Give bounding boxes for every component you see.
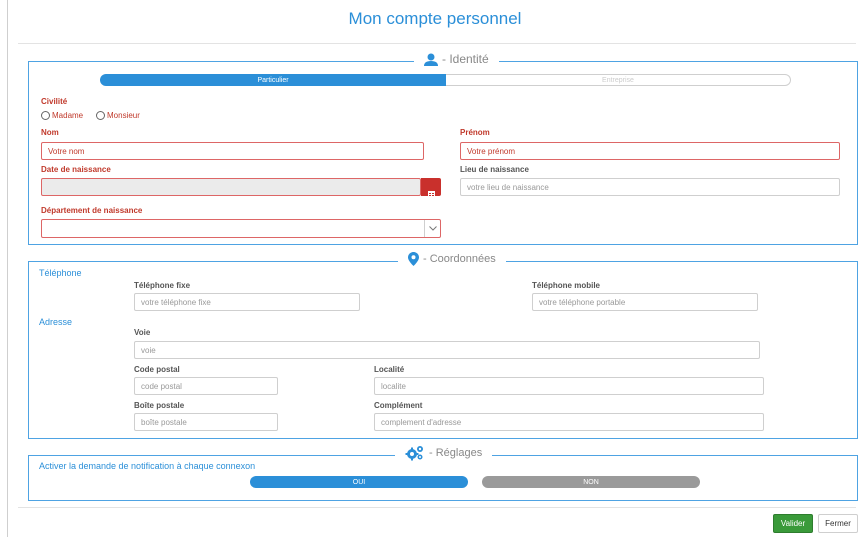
tel-mobile-label: Téléphone mobile (532, 281, 601, 290)
departement-select[interactable] (41, 219, 441, 238)
voie-input[interactable]: voie (134, 341, 760, 359)
radio-madame-label: Madame (52, 111, 84, 120)
complement-input[interactable]: complement d'adresse (374, 413, 764, 431)
user-icon (424, 53, 438, 66)
prenom-input[interactable]: Votre prénom (460, 142, 840, 160)
notification-text: Activer la demande de notification à cha… (39, 461, 256, 471)
voie-label: Voie (134, 328, 151, 337)
calendar-button[interactable] (421, 178, 441, 197)
legend-line-right-3 (559, 455, 779, 456)
lieu-naissance-input[interactable]: votre lieu de naissance (460, 178, 840, 196)
cogs-icon (405, 445, 425, 461)
radio-monsieur[interactable]: Monsieur (96, 111, 140, 120)
reglages-section: - Réglages Activer la demande de notific… (28, 445, 858, 501)
tel-fixe-input[interactable]: votre téléphone fixe (134, 293, 360, 311)
legend-line-right-2 (559, 261, 779, 262)
coordonnees-legend: - Coordonnées (398, 252, 506, 266)
toggle-oui[interactable]: OUI (250, 476, 468, 488)
code-postal-input[interactable]: code postal (134, 377, 278, 395)
tab-entreprise[interactable]: Entreprise (446, 74, 791, 86)
legend-line-left-3 (125, 455, 326, 456)
prenom-label: Prénom (460, 128, 490, 137)
complement-label: Complément (374, 401, 423, 410)
valider-button[interactable]: Valider (773, 514, 813, 533)
radio-monsieur-circle[interactable] (96, 111, 105, 120)
footer-divider (18, 507, 856, 508)
coordonnees-section: - Coordonnées Téléphone Téléphone fixe v… (28, 252, 858, 439)
telephone-heading: Téléphone (39, 268, 82, 278)
legend-line-left (99, 61, 344, 62)
code-postal-label: Code postal (134, 365, 180, 374)
localite-label: Localité (374, 365, 405, 374)
page-title: Mon compte personnel (348, 9, 522, 28)
radio-madame[interactable]: Madame (41, 111, 83, 120)
adresse-heading: Adresse (39, 317, 73, 327)
coordonnees-legend-text: - Coordonnées (423, 253, 496, 265)
lieu-naissance-label: Lieu de naissance (460, 165, 529, 174)
title-divider (18, 43, 856, 44)
date-naissance-input[interactable] (41, 178, 421, 196)
departement-label: Département de naissance (41, 206, 143, 215)
map-marker-icon (408, 252, 419, 266)
chevron-down-icon (424, 220, 440, 237)
reglages-legend: - Réglages (395, 445, 493, 461)
legend-line-left-2 (125, 261, 326, 262)
account-dialog: Mon compte personnel - Identité Particul… (7, 0, 861, 537)
boite-postale-label: Boîte postale (134, 401, 185, 410)
nom-label: Nom (41, 128, 59, 137)
radio-monsieur-label: Monsieur (107, 111, 140, 120)
identite-legend-text: - Identité (442, 52, 489, 66)
tab-particulier[interactable]: Particulier (100, 74, 446, 86)
fermer-button[interactable]: Fermer (818, 514, 858, 533)
date-naissance-label: Date de naissance (41, 165, 111, 174)
reglages-legend-text: - Réglages (429, 447, 483, 459)
nom-input[interactable]: Votre nom (41, 142, 424, 160)
identite-legend: - Identité (414, 52, 499, 66)
calendar-icon (427, 184, 435, 197)
boite-postale-input[interactable]: boîte postale (134, 413, 278, 431)
localite-input[interactable]: localite (374, 377, 764, 395)
radio-madame-circle[interactable] (41, 111, 50, 120)
civilite-label: Civilité (41, 97, 68, 106)
tel-fixe-label: Téléphone fixe (134, 281, 191, 290)
toggle-non[interactable]: NON (482, 476, 700, 488)
identite-section: - Identité Particulier Entreprise Civili… (28, 52, 858, 245)
tel-mobile-input[interactable]: votre téléphone portable (532, 293, 758, 311)
